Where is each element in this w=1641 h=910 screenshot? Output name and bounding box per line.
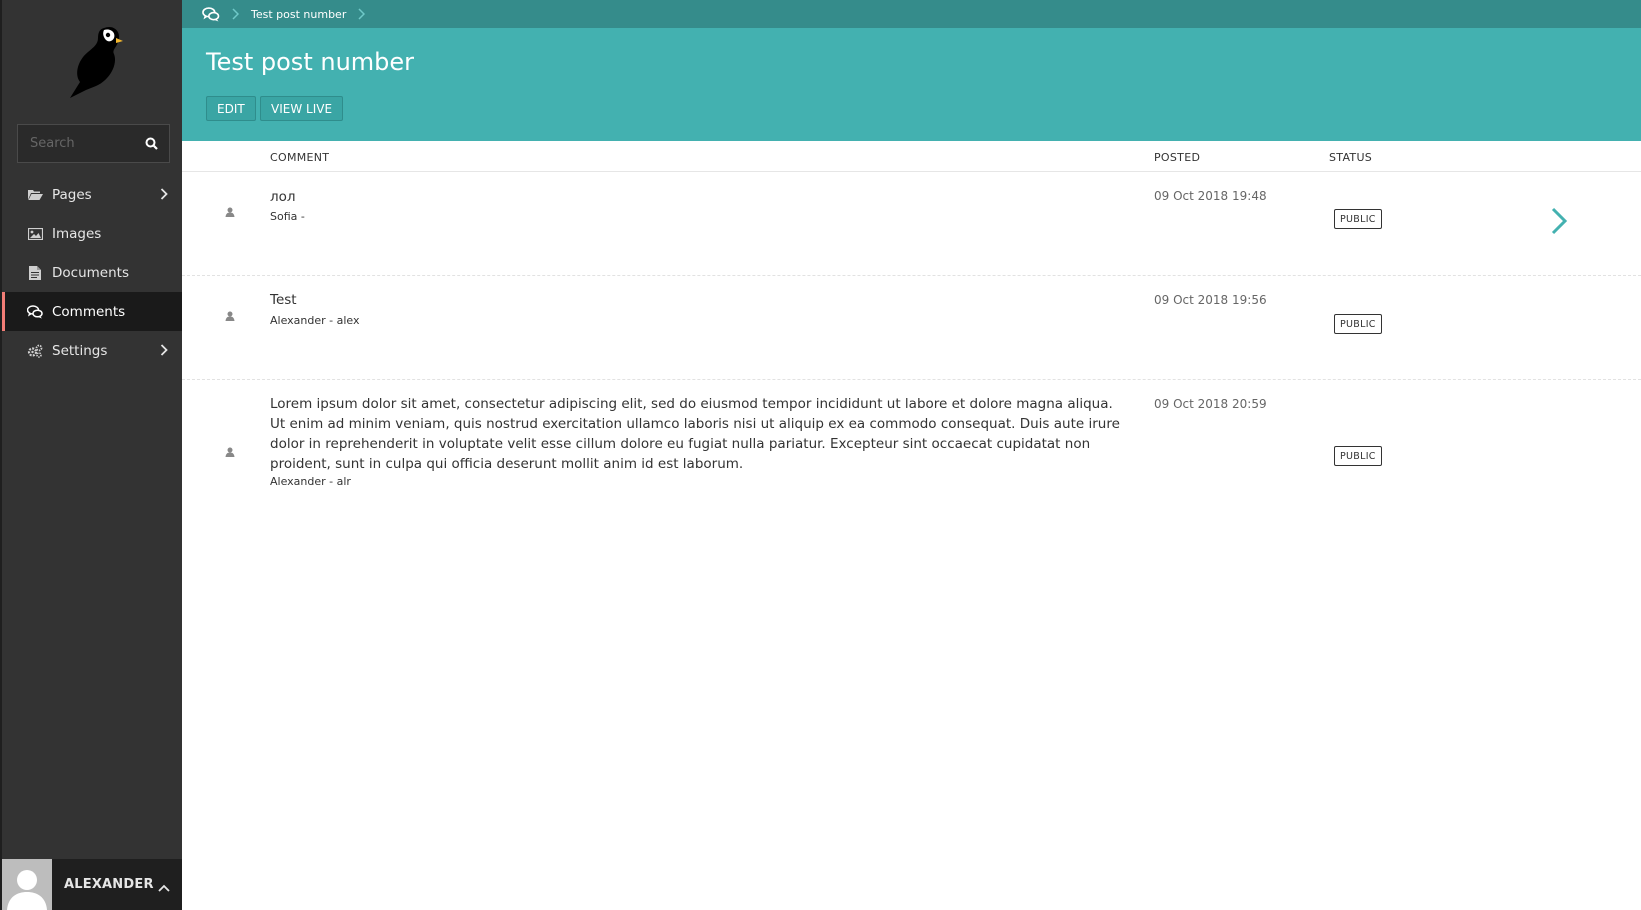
- user-icon: [225, 202, 235, 221]
- breadcrumb-separator-icon: [358, 8, 366, 20]
- view-live-button[interactable]: VIEW LIVE: [260, 96, 344, 121]
- comments-table: COMMENT POSTED STATUS лол Sofia - 09 Oct…: [182, 141, 1641, 510]
- chevron-right-icon: [160, 188, 168, 204]
- search-button[interactable]: [133, 125, 169, 162]
- table-header: COMMENT POSTED STATUS: [182, 141, 1641, 172]
- column-header-status[interactable]: STATUS: [1329, 151, 1372, 164]
- document-icon: [27, 265, 43, 281]
- search-input[interactable]: [18, 125, 136, 162]
- cogs-icon: [27, 343, 43, 359]
- sidebar-item-images[interactable]: Images: [2, 214, 182, 253]
- sidebar-nav: Pages Images Documents Comments Settings: [2, 175, 182, 370]
- chevron-right-icon[interactable]: [1550, 207, 1568, 239]
- sidebar-item-settings[interactable]: Settings: [2, 331, 182, 370]
- posted-date: 09 Oct 2018 19:48: [1154, 189, 1267, 203]
- comments-icon: [27, 304, 43, 320]
- chevron-up-icon: [158, 877, 170, 896]
- status-badge: PUBLIC: [1334, 209, 1382, 229]
- sidebar-item-label: Settings: [52, 342, 108, 359]
- sidebar-item-label: Documents: [52, 264, 129, 281]
- edit-button[interactable]: EDIT: [206, 96, 256, 121]
- table-row[interactable]: лол Sofia - 09 Oct 2018 19:48 PUBLIC: [182, 172, 1641, 276]
- page-header: Test post number EDIT VIEW LIVE: [182, 28, 1641, 141]
- sidebar-item-label: Comments: [52, 303, 126, 320]
- comment-author: Sofia -: [270, 210, 305, 223]
- status-badge: PUBLIC: [1334, 314, 1382, 334]
- posted-date: 09 Oct 2018 20:59: [1154, 397, 1267, 411]
- comment-text[interactable]: Lorem ipsum dolor sit amet, consectetur …: [270, 394, 1130, 474]
- comment-author: Alexander - alr: [270, 475, 351, 488]
- search-box: [17, 124, 170, 163]
- status-badge: PUBLIC: [1334, 446, 1382, 466]
- posted-date: 09 Oct 2018 19:56: [1154, 293, 1267, 307]
- comment-text[interactable]: лол: [270, 187, 296, 207]
- page-title: Test post number: [206, 48, 415, 76]
- column-header-comment[interactable]: COMMENT: [270, 151, 329, 164]
- sidebar-item-pages[interactable]: Pages: [2, 175, 182, 214]
- user-name: ALEXANDER: [64, 877, 154, 892]
- sidebar-item-documents[interactable]: Documents: [2, 253, 182, 292]
- breadcrumb-separator-icon: [232, 8, 239, 20]
- sidebar-item-label: Images: [52, 225, 102, 242]
- user-icon: [225, 442, 235, 461]
- table-row[interactable]: Lorem ipsum dolor sit amet, consectetur …: [182, 380, 1641, 510]
- user-icon: [225, 306, 235, 325]
- wagtail-logo[interactable]: [60, 20, 130, 100]
- sidebar: Pages Images Documents Comments: [0, 0, 182, 910]
- breadcrumb: Test post number: [182, 0, 1641, 28]
- chevron-right-icon: [160, 344, 168, 360]
- table-row[interactable]: Test Alexander - alex 09 Oct 2018 19:56 …: [182, 276, 1641, 380]
- search-icon: [145, 137, 158, 150]
- breadcrumb-current[interactable]: Test post number: [251, 8, 346, 21]
- column-header-posted[interactable]: POSTED: [1154, 151, 1200, 164]
- sidebar-item-label: Pages: [52, 186, 92, 203]
- sidebar-item-comments[interactable]: Comments: [2, 292, 182, 331]
- account-menu-toggle[interactable]: ALEXANDER: [2, 859, 182, 910]
- avatar: [2, 859, 52, 910]
- folder-open-icon: [27, 187, 43, 203]
- comment-author: Alexander - alex: [270, 314, 360, 327]
- comment-text[interactable]: Test: [270, 290, 297, 310]
- comments-home-icon[interactable]: [202, 6, 220, 22]
- image-icon: [27, 226, 43, 242]
